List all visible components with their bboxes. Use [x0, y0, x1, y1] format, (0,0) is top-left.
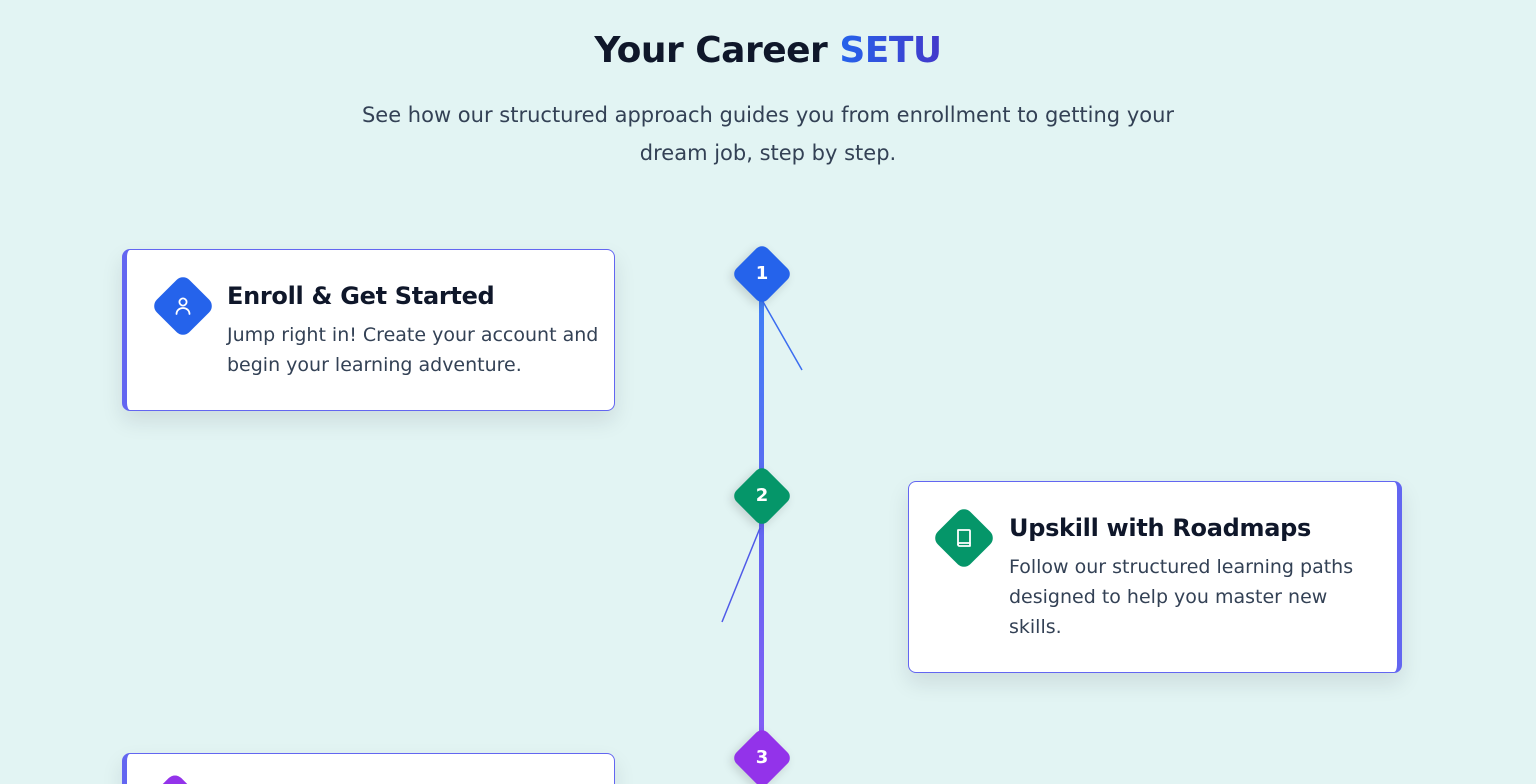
step-icon-badge-3: [153, 771, 197, 784]
page-title: Your Career SETU: [0, 30, 1536, 71]
step-description: Follow our structured learning paths des…: [1009, 556, 1354, 638]
page-title-accent: SETU: [839, 30, 942, 71]
step-icon-badge-2: [931, 505, 997, 571]
book-icon: [957, 529, 971, 547]
step-description: Jump right in! Create your account and b…: [227, 324, 599, 376]
step-number-1: 1: [755, 263, 769, 284]
connector-line-2: [721, 527, 761, 623]
timeline-line: [759, 270, 764, 784]
step-icon-badge-1: [150, 273, 216, 339]
page-title-main: Your Career: [594, 30, 840, 71]
step-title: Upskill with Roadmaps: [1009, 514, 1311, 542]
page-subtitle: See how our structured approach guides y…: [361, 103, 1175, 165]
step-number-3: 3: [755, 747, 769, 768]
user-icon: [175, 297, 191, 315]
step-title: Enroll & Get Started: [227, 282, 495, 310]
step-card-3: [122, 753, 615, 784]
connector-line-1: [761, 299, 803, 371]
step-card-enroll: Enroll & Get Started Jump right in! Crea…: [122, 249, 615, 411]
step-number-2: 2: [755, 485, 769, 506]
step-card-upskill: Upskill with Roadmaps Follow our structu…: [908, 481, 1402, 673]
